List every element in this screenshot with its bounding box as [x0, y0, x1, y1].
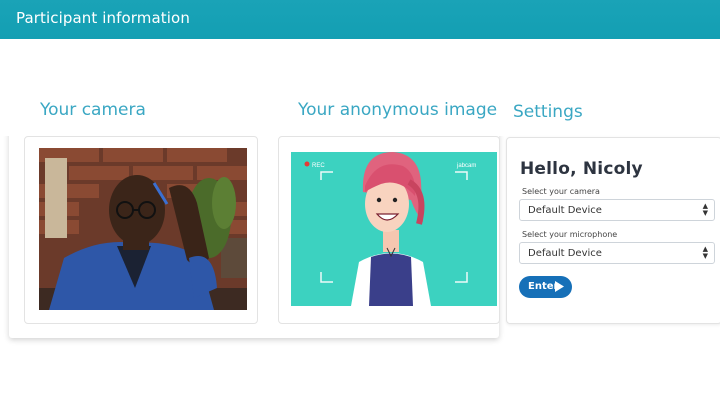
camera-select-label: Select your camera: [522, 187, 600, 196]
play-icon: [555, 281, 564, 295]
camera-card: [24, 136, 258, 324]
microphone-select[interactable]: Default Device ▲ ▼: [519, 242, 715, 264]
enter-button-label: Enter: [528, 281, 559, 292]
updown-arrows-icon: ▲ ▼: [702, 245, 708, 260]
camera-select[interactable]: Default Device ▲ ▼: [519, 199, 715, 221]
greeting: Hello, Nicoly: [520, 159, 643, 179]
rec-label: REC: [312, 163, 325, 169]
anonymous-avatar-image: REC jabcam: [291, 152, 497, 306]
app-header: Participant information: [0, 0, 720, 39]
brand-label: jabcam: [456, 163, 476, 169]
settings-section-title: Settings: [513, 102, 583, 122]
settings-card: Hello, Nicoly Select your camera Default…: [506, 137, 720, 324]
camera-select-value: Default Device: [528, 205, 602, 216]
enter-button[interactable]: Enter: [519, 276, 572, 298]
anonymous-card: REC jabcam: [278, 136, 500, 324]
rec-dot: [304, 161, 310, 167]
camera-section-title: Your camera: [40, 100, 146, 120]
mic-select-label: Select your microphone: [522, 230, 618, 239]
camera-preview-image: [39, 148, 247, 310]
header-title: Participant information: [16, 9, 190, 27]
updown-arrows-icon: ▲ ▼: [702, 202, 708, 217]
anon-section-title: Your anonymous image: [298, 100, 498, 120]
mic-select-value: Default Device: [528, 248, 602, 259]
